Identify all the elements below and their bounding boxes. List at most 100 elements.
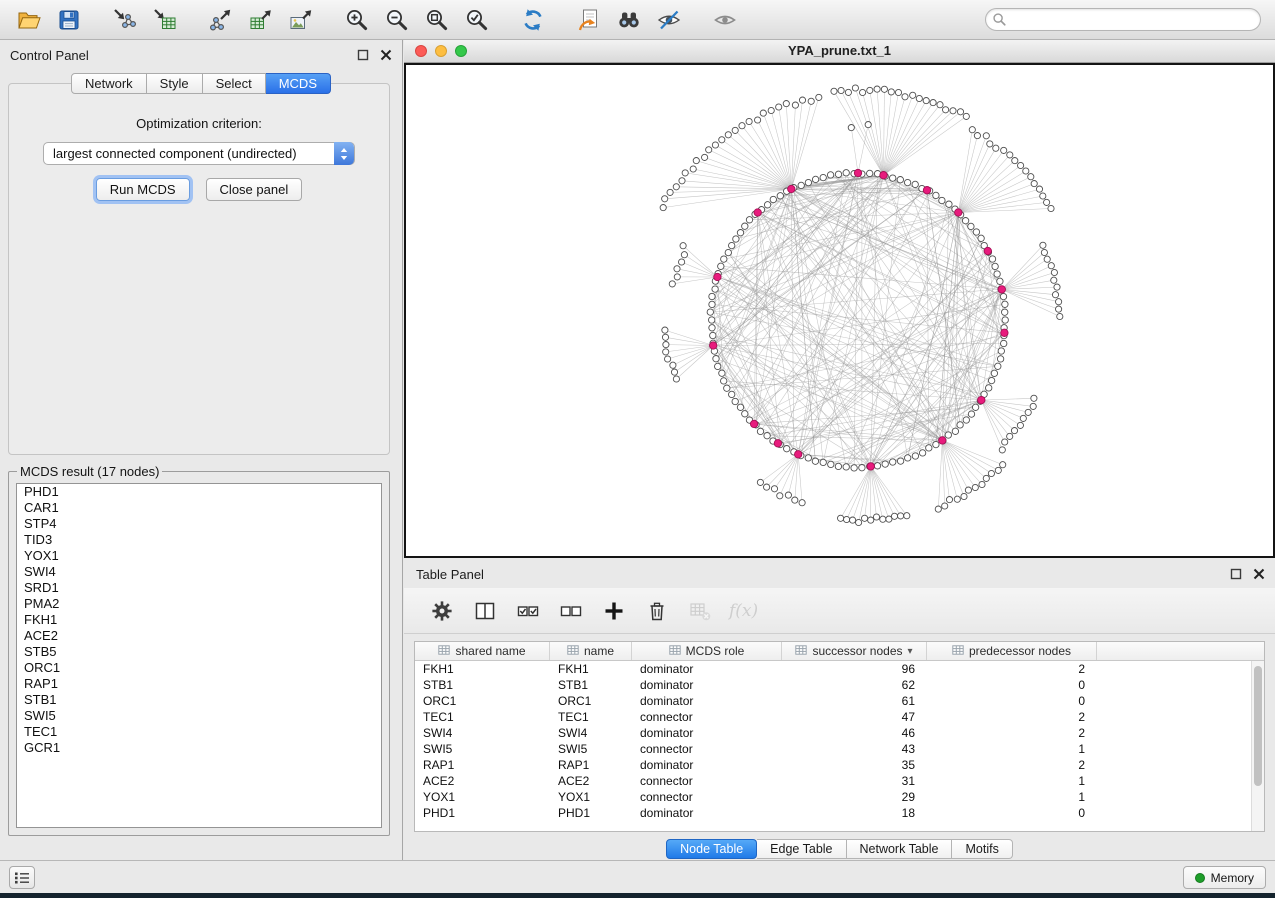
table-cell[interactable]: dominator <box>632 757 782 773</box>
import-table-icon[interactable] <box>150 5 180 35</box>
table-cell[interactable]: 31 <box>782 773 927 789</box>
table-cell[interactable]: 46 <box>782 725 927 741</box>
mcds-result-item[interactable]: SRD1 <box>17 580 381 596</box>
table-cell[interactable]: SWI5 <box>415 741 550 757</box>
table-cell[interactable]: 1 <box>927 789 1097 805</box>
table-cell[interactable]: YOX1 <box>415 789 550 805</box>
table-cell[interactable]: TEC1 <box>550 709 632 725</box>
table-cell[interactable]: RAP1 <box>550 757 632 773</box>
mcds-result-item[interactable]: SWI4 <box>17 564 381 580</box>
table-row[interactable]: ACE2ACE2connector311 <box>415 773 1264 789</box>
table-cell[interactable]: PHD1 <box>550 805 632 821</box>
mcds-result-item[interactable]: STB5 <box>17 644 381 660</box>
window-minimize-icon[interactable] <box>435 45 447 57</box>
table-cell[interactable]: 47 <box>782 709 927 725</box>
hide-selected-icon[interactable] <box>654 5 684 35</box>
add-column-icon[interactable] <box>600 597 628 625</box>
eye-icon[interactable] <box>710 5 740 35</box>
table-cell[interactable]: 62 <box>782 677 927 693</box>
delete-column-icon[interactable] <box>643 597 671 625</box>
tab-network[interactable]: Network <box>71 73 147 94</box>
table-cell[interactable]: connector <box>632 741 782 757</box>
network-graph[interactable] <box>406 65 1273 556</box>
close-panel-button[interactable]: Close panel <box>206 178 303 201</box>
export-network-icon[interactable] <box>206 5 236 35</box>
table-scrollbar-thumb[interactable] <box>1254 666 1262 786</box>
table-row[interactable]: FKH1FKH1dominator962 <box>415 661 1264 677</box>
mcds-result-item[interactable]: SWI5 <box>17 708 381 724</box>
table-row[interactable]: STB1STB1dominator620 <box>415 677 1264 693</box>
table-cell[interactable]: ACE2 <box>415 773 550 789</box>
network-view-canvas[interactable] <box>404 63 1275 558</box>
tab-mcds[interactable]: MCDS <box>266 73 331 94</box>
table-cell[interactable]: SWI5 <box>550 741 632 757</box>
table-cell[interactable]: TEC1 <box>415 709 550 725</box>
zoom-selected-icon[interactable] <box>462 5 492 35</box>
table-cell[interactable]: dominator <box>632 725 782 741</box>
mcds-result-item[interactable]: PHD1 <box>17 484 381 500</box>
column-header-predecessor-nodes[interactable]: predecessor nodes <box>927 642 1097 660</box>
window-maximize-icon[interactable] <box>455 45 467 57</box>
table-cell[interactable]: ORC1 <box>415 693 550 709</box>
table-cell[interactable]: 2 <box>927 661 1097 677</box>
table-cell[interactable]: 43 <box>782 741 927 757</box>
zoom-fit-icon[interactable] <box>422 5 452 35</box>
table-cell[interactable]: 0 <box>927 805 1097 821</box>
column-header-name[interactable]: name <box>550 642 632 660</box>
table-cell[interactable]: connector <box>632 709 782 725</box>
table-cell[interactable]: connector <box>632 789 782 805</box>
table-cell[interactable]: SWI4 <box>415 725 550 741</box>
mcds-result-item[interactable]: PMA2 <box>17 596 381 612</box>
mcds-result-item[interactable]: CAR1 <box>17 500 381 516</box>
table-row[interactable]: ORC1ORC1dominator610 <box>415 693 1264 709</box>
table-cell[interactable]: 2 <box>927 725 1097 741</box>
table-cell[interactable]: 61 <box>782 693 927 709</box>
table-cell[interactable]: 2 <box>927 757 1097 773</box>
float-table-panel-icon[interactable] <box>1229 567 1242 580</box>
close-panel-icon[interactable] <box>379 48 392 61</box>
mcds-result-item[interactable]: STP4 <box>17 516 381 532</box>
run-mcds-button[interactable]: Run MCDS <box>96 178 190 201</box>
table-cell[interactable]: 1 <box>927 741 1097 757</box>
mcds-result-item[interactable]: STB1 <box>17 692 381 708</box>
zoom-out-icon[interactable] <box>382 5 412 35</box>
table-scrollbar[interactable] <box>1251 661 1264 831</box>
table-cell[interactable]: dominator <box>632 693 782 709</box>
column-header-shared-name[interactable]: shared name <box>415 642 550 660</box>
mcds-result-item[interactable]: ORC1 <box>17 660 381 676</box>
table-cell[interactable]: STB1 <box>415 677 550 693</box>
table-row[interactable]: TEC1TEC1connector472 <box>415 709 1264 725</box>
tab-network-table[interactable]: Network Table <box>847 839 953 859</box>
open-icon[interactable] <box>14 5 44 35</box>
table-cell[interactable]: dominator <box>632 677 782 693</box>
task-history-button[interactable] <box>9 866 35 889</box>
memory-button[interactable]: Memory <box>1183 866 1266 889</box>
mcds-result-item[interactable]: TEC1 <box>17 724 381 740</box>
table-cell[interactable]: connector <box>632 773 782 789</box>
column-layout-icon[interactable] <box>471 597 499 625</box>
table-cell[interactable]: PHD1 <box>415 805 550 821</box>
table-cell[interactable]: ACE2 <box>550 773 632 789</box>
table-row[interactable]: RAP1RAP1dominator352 <box>415 757 1264 773</box>
table-cell[interactable]: 0 <box>927 677 1097 693</box>
export-image-icon[interactable] <box>286 5 316 35</box>
apply-layout-icon[interactable] <box>518 5 548 35</box>
column-header-successor-nodes[interactable]: successor nodes▾ <box>782 642 927 660</box>
share-session-icon[interactable] <box>574 5 604 35</box>
table-cell[interactable]: RAP1 <box>415 757 550 773</box>
mcds-result-list[interactable]: PHD1CAR1STP4TID3YOX1SWI4SRD1PMA2FKH1ACE2… <box>16 483 382 828</box>
table-cell[interactable]: dominator <box>632 661 782 677</box>
window-close-icon[interactable] <box>415 45 427 57</box>
deselect-all-icon[interactable] <box>557 597 585 625</box>
select-all-icon[interactable] <box>514 597 542 625</box>
export-table-icon[interactable] <box>246 5 276 35</box>
table-cell[interactable]: STB1 <box>550 677 632 693</box>
table-cell[interactable]: 35 <box>782 757 927 773</box>
table-row[interactable]: YOX1YOX1connector291 <box>415 789 1264 805</box>
table-cell[interactable]: 18 <box>782 805 927 821</box>
table-cell[interactable]: ORC1 <box>550 693 632 709</box>
tab-motifs[interactable]: Motifs <box>952 839 1012 859</box>
table-cell[interactable]: 0 <box>927 693 1097 709</box>
mcds-result-item[interactable]: ACE2 <box>17 628 381 644</box>
search-input[interactable] <box>985 8 1261 31</box>
